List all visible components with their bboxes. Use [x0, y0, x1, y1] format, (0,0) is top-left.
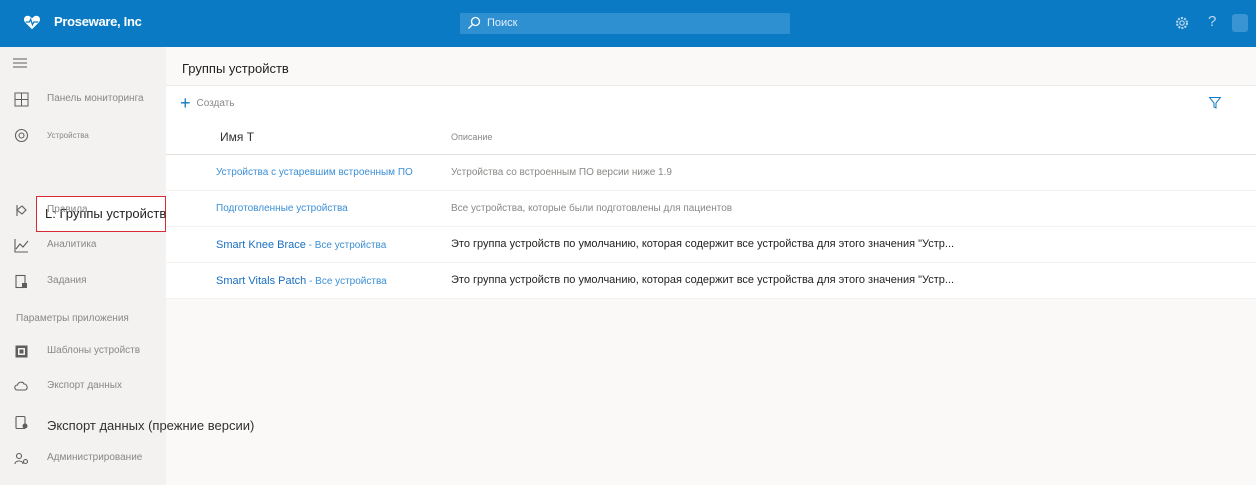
group-scope: Все устройства: [315, 276, 387, 287]
filter-icon[interactable]: [1209, 97, 1221, 109]
column-header-description[interactable]: Описание: [451, 132, 492, 142]
avatar[interactable]: [1232, 14, 1248, 32]
jobs-icon: [15, 274, 27, 289]
group-name-cell[interactable]: Smart Vitals Patch - Все устройства: [216, 275, 387, 287]
table-row[interactable]: Подготовленные устройства Все устройства…: [166, 191, 1256, 227]
group-name-link[interactable]: Smart Knee Brace: [216, 239, 306, 251]
page-title: Группы устройств: [182, 61, 289, 76]
data-export-icon: [14, 381, 28, 391]
sidebar-item-dashboard[interactable]: Панель мониторинга: [0, 86, 166, 114]
sidebar-item-rules[interactable]: Правила: [0, 197, 166, 225]
legacy-export-icon: [15, 415, 28, 430]
sidebar-item-label: Задания: [47, 275, 87, 286]
group-name-link[interactable]: Подготовленные устройства: [216, 203, 348, 214]
column-header-name[interactable]: Имя Т: [220, 130, 254, 144]
create-label: Создать: [196, 97, 235, 109]
sidebar-item-jobs[interactable]: Задания: [0, 268, 166, 296]
sidebar-item-data-export[interactable]: Экспорт данных: [0, 373, 166, 401]
sidebar-item-devices[interactable]: Устройства: [0, 122, 166, 150]
brand[interactable]: Proseware, Inc: [0, 0, 166, 47]
sidebar-item-label: Устройства: [47, 131, 89, 140]
sidebar-item-label: Администрирование: [47, 452, 143, 463]
sidebar-item-label: Правила: [47, 204, 88, 215]
sidebar-item-label: Панель мониторинга: [47, 93, 144, 104]
device-templates-icon: [15, 345, 28, 358]
group-description: Это группа устройств по умолчанию, котор…: [451, 274, 955, 286]
command-bar: + Создать: [166, 85, 1256, 119]
heart-pulse-icon: [24, 15, 40, 30]
main-content: Группы устройств + Создать Имя Т Описани…: [166, 47, 1256, 485]
group-scope: Все устройства: [314, 240, 387, 251]
group-name-link[interactable]: Smart Vitals Patch: [216, 275, 306, 287]
gear-icon[interactable]: [1174, 15, 1190, 31]
hamburger-menu-icon[interactable]: [13, 57, 27, 69]
create-button[interactable]: + Создать: [180, 94, 235, 112]
administration-icon: [14, 452, 29, 465]
dashboard-icon: [14, 92, 29, 107]
analytics-icon: [14, 239, 29, 253]
top-bar: Proseware, Inc Поиск ?: [0, 0, 1256, 47]
group-name-link[interactable]: Устройства с устаревшим встроенным ПО: [216, 167, 413, 178]
sidebar-item-label: Экспорт данных: [47, 380, 122, 391]
sidebar-item-administration[interactable]: Администрирование: [0, 445, 166, 473]
sidebar-item-device-templates[interactable]: Шаблоны устройств: [0, 338, 166, 366]
table-row[interactable]: Smart Knee Brace - Все устройства Это гр…: [166, 227, 1256, 263]
help-icon[interactable]: ?: [1208, 13, 1216, 30]
table-row[interactable]: Устройства с устаревшим встроенным ПО Ус…: [166, 155, 1256, 191]
group-description: Все устройства, которые были подготовлен…: [451, 203, 733, 214]
table-row[interactable]: Smart Vitals Patch - Все устройства Это …: [166, 263, 1256, 299]
sidebar-item-legacy-export-label[interactable]: Экспорт данных (прежние версии): [47, 418, 254, 433]
search-box[interactable]: Поиск: [460, 13, 790, 34]
sidebar-item-analytics[interactable]: Аналитика: [0, 232, 166, 260]
rules-icon: [16, 205, 27, 216]
group-name-cell[interactable]: Smart Knee Brace - Все устройства: [216, 239, 386, 251]
app-settings-section-title: Параметры приложения: [16, 313, 129, 324]
sidebar-item-label: Аналитика: [47, 239, 97, 250]
sidebar-item-label: Шаблоны устройств: [47, 345, 141, 356]
plus-icon: +: [180, 93, 191, 113]
devices-icon: [14, 128, 29, 143]
search-icon: [468, 16, 481, 29]
group-description: Устройства со встроенным ПО версии ниже …: [451, 167, 672, 178]
device-groups-table: Имя Т Описание Устройства с устаревшим в…: [166, 119, 1256, 299]
search-input[interactable]: Поиск: [487, 17, 517, 29]
table-header: Имя Т Описание: [166, 119, 1256, 155]
group-description: Это группа устройств по умолчанию, котор…: [451, 238, 955, 250]
brand-name: Proseware, Inc: [54, 14, 142, 29]
